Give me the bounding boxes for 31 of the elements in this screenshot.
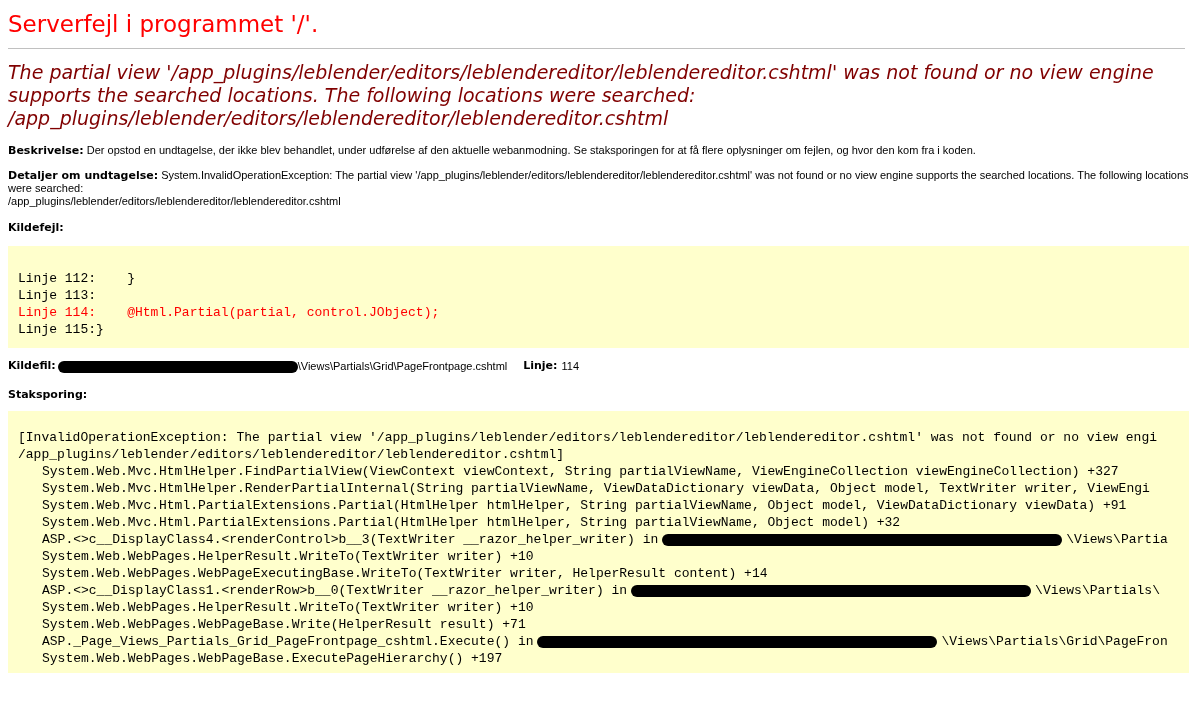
- stack-trace-line: System.Web.WebPages.WebPageExecutingBase.WriteTo(TextWriter writer, HelperResult content) +14: [41, 565, 769, 583]
- code-line: Linje 114: @Html.Partial(partial, control.JObject);: [18, 304, 441, 322]
- stack-trace-line: System.Web.Mvc.HtmlHelper.RenderPartialInternal(String partialViewName, ViewDataDictionary viewData, Object model, TextWriter writer, ViewEngi: [41, 480, 1151, 498]
- stack-trace-line: System.Web.WebPages.WebPageBase.ExecutePageHierarchy() +197: [41, 650, 504, 668]
- error-message: The partial view '/app_plugins/leblender/editors/leblendereditor/leblendereditor.cshtml' was not found or no view engine supports the searched locations. The following locations were searched: /app_plugins/leblender/editors/leblendereditor/leblendereditor.cshtml: [8, 60, 1155, 130]
- stack-trace-line: \Views\Partia: [1066, 531, 1168, 549]
- stack-trace-line: ASP.<>c__DisplayClass1.<renderRow>b__0(TextWriter __razor_helper_writer) in: [42, 582, 628, 600]
- stack-trace-line: System.Web.WebPages.HelperResult.WriteTo(TextWriter writer) +10: [41, 599, 535, 617]
- stack-trace-line: [InvalidOperationException: The partial view '/app_plugins/leblender/editors/leblendereditor/leblendereditor.cshtml' was not found or no view engi: [18, 429, 1158, 447]
- stack-trace-line: \Views\Partials\Grid\PageFron: [941, 633, 1168, 651]
- field-label: Kildefil:: [8, 358, 56, 375]
- section-heading: Kildefejl:: [8, 219, 65, 236]
- stack-trace-line: System.Web.WebPages.WebPageBase.Write(HelperResult result) +71: [41, 616, 527, 634]
- code-line: Linje 113:: [18, 287, 97, 305]
- code-line: Linje 115:}: [18, 321, 105, 339]
- file-path: \Views\Partials\Grid\PageFrontpage.cshtml: [297, 359, 508, 375]
- section-heading: Staksporing:: [8, 386, 89, 403]
- stack-trace-line: System.Web.Mvc.Html.PartialExtensions.Partial(HtmlHelper htmlHelper, String partialViewName, Object model) +32: [41, 514, 902, 532]
- stack-trace-line: ASP.<>c__DisplayClass4.<renderControl>b__3(TextWriter __razor_helper_writer) in: [42, 531, 659, 549]
- stack-trace-line: System.Web.WebPages.HelperResult.WriteTo(TextWriter writer) +10: [41, 548, 535, 566]
- line-number: 114: [561, 359, 580, 375]
- description-text: Beskrivelse: Der opstod en undtagelse, der ikke blev behandlet, under udførelse af den aktuelle webanmodning. Se staksporingen for at få flere oplysninger om fejlen, og hvor den kom fra i koden.: [8, 143, 977, 157]
- stack-trace-line: /app_plugins/leblender/editors/leblendereditor/leblendereditor.cshtml]: [18, 446, 566, 464]
- code-line: Linje 112: }: [18, 270, 137, 288]
- field-label: Linje:: [523, 358, 558, 375]
- exception-details: Detaljer om undtagelse: System.InvalidOperationException: The partial view '/app_plugins/leblender/editors/leblendereditor/leblendereditor.cshtml' was not found or no view engine supports the searched locations. The following locations were searched: /app_plugins/leblender/editors/leblendereditor/leblendereditor.cshtml: [8, 168, 1189, 208]
- stack-trace-line: System.Web.Mvc.Html.PartialExtensions.Partial(HtmlHelper htmlHelper, String partialViewName, Object model, ViewDataDictionary viewData) +91: [41, 497, 1128, 515]
- stack-trace-line: \Views\Partials\: [1035, 582, 1160, 600]
- stack-trace-line: ASP._Page_Views_Partials_Grid_PageFrontpage_cshtml.Execute() in: [42, 633, 534, 651]
- page-title: Serverfejl i programmet '/'.: [8, 10, 320, 39]
- stack-trace-line: System.Web.Mvc.HtmlHelper.FindPartialView(ViewContext viewContext, String partialViewName, ViewEngineCollection viewEngineCollection) +327: [41, 463, 1120, 481]
